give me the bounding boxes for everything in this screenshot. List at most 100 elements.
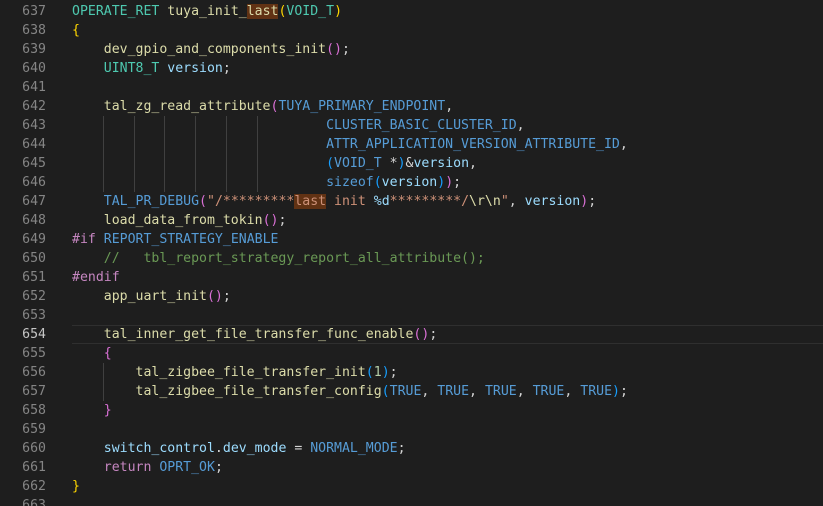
code-line[interactable]: 637 OPERATE_RET tuya_init_last(VOID_T): [0, 2, 823, 21]
code-line[interactable]: 654 tal_inner_get_file_transfer_func_ena…: [0, 325, 823, 344]
code-token: }: [72, 479, 80, 494]
code-editor[interactable]: 637 OPERATE_RET tuya_init_last(VOID_T) 638…: [0, 0, 823, 506]
line-code: tal_zg_read_attribute(TUYA_PRIMARY_ENDPO…: [72, 97, 453, 116]
code-token: ): [397, 156, 406, 171]
code-line[interactable]: 647 TAL_PR_DEBUG("/*********last init %d…: [0, 192, 823, 211]
line-number: 661: [22, 460, 46, 475]
code-token: ,: [508, 194, 525, 209]
line-code: CLUSTER_BASIC_CLUSTER_ID,: [72, 116, 525, 135]
code-token: (: [373, 175, 382, 190]
code-token: {: [103, 346, 112, 361]
code-token: TRUE: [437, 384, 470, 399]
line-code: // tbl_report_strategy_report_all_attrib…: [72, 249, 485, 268]
code-line[interactable]: 649 #if REPORT_STRATEGY_ENABLE: [0, 230, 823, 249]
code-line[interactable]: 660 switch_control.dev_mode = NORMAL_MOD…: [0, 439, 823, 458]
code-token: ,: [445, 99, 454, 114]
code-token: load_data_from_tokin: [103, 213, 263, 228]
code-token: (: [381, 384, 390, 399]
code-line[interactable]: 643 CLUSTER_BASIC_CLUSTER_ID,: [0, 116, 823, 135]
code-line[interactable]: 655 {: [0, 344, 823, 363]
line-code: #endif: [72, 268, 120, 287]
code-token: .: [214, 441, 223, 456]
line-code: #if REPORT_STRATEGY_ENABLE: [72, 230, 278, 249]
code-line[interactable]: 646 sizeof(version));: [0, 173, 823, 192]
line-number: 662: [22, 479, 46, 494]
code-token: VOID_T: [334, 156, 382, 171]
code-token: ,: [469, 384, 485, 399]
code-token: ;: [222, 289, 231, 304]
code-line[interactable]: 651 #endif: [0, 268, 823, 287]
line-code: dev_gpio_and_components_init();: [72, 40, 350, 59]
code-token: ;: [278, 213, 287, 228]
line-number: 649: [22, 232, 46, 247]
code-token: (: [365, 365, 374, 380]
line-number: 638: [22, 23, 46, 38]
code-token: ,: [516, 384, 533, 399]
code-line[interactable]: 645 (VOID_T *)&version,: [0, 154, 823, 173]
code-token: REPORT_STRATEGY_ENABLE: [103, 232, 279, 247]
line-code: }: [72, 401, 112, 420]
line-code: (VOID_T *)&version,: [72, 154, 477, 173]
line-number: 656: [22, 365, 46, 380]
code-token: TUYA_PRIMARY_ENDPOINT: [278, 99, 446, 114]
line-number: 651: [22, 270, 46, 285]
code-line[interactable]: 658 }: [0, 401, 823, 420]
code-token: \r\n: [469, 194, 501, 209]
code-token: TRUE: [389, 384, 422, 399]
code-line[interactable]: 661 return OPRT_OK;: [0, 458, 823, 477]
code-token: dev_gpio_and_components_init: [103, 42, 327, 57]
code-line[interactable]: 650 // tbl_report_strategy_report_all_at…: [0, 249, 823, 268]
code-token: tuya_init_: [167, 4, 247, 19]
code-token: ;: [389, 365, 398, 380]
code-line[interactable]: 657 tal_zigbee_file_transfer_config(TRUE…: [0, 382, 823, 401]
line-code: return OPRT_OK;: [72, 458, 223, 477]
code-line[interactable]: 644 ATTR_APPLICATION_VERSION_ATTRIBUTE_I…: [0, 135, 823, 154]
code-token: tal_inner_get_file_transfer_func_enable: [103, 327, 414, 342]
line-number: 660: [22, 441, 46, 456]
code-token: last: [246, 4, 279, 19]
line-number: 654: [22, 327, 46, 342]
line-number: 639: [22, 42, 46, 57]
code-token: #if: [72, 232, 96, 247]
code-line[interactable]: 639 dev_gpio_and_components_init();: [0, 40, 823, 59]
code-line[interactable]: 663: [0, 496, 823, 506]
code-line[interactable]: 640 UINT8_T version;: [0, 59, 823, 78]
code-token: NORMAL_MODE: [310, 441, 398, 456]
code-line[interactable]: 642 tal_zg_read_attribute(TUYA_PRIMARY_E…: [0, 97, 823, 116]
line-code: TAL_PR_DEBUG("/*********last init %d****…: [72, 192, 596, 211]
code-line[interactable]: 638 {: [0, 21, 823, 40]
code-token: ): [612, 384, 620, 399]
code-token: VOID_T: [286, 4, 335, 19]
code-line[interactable]: 656 tal_zigbee_file_transfer_init(1);: [0, 363, 823, 382]
code-token: (): [326, 42, 342, 57]
code-token: version: [167, 61, 223, 76]
line-code: }: [72, 477, 80, 496]
code-token: ): [437, 175, 446, 190]
line-number: 643: [22, 118, 46, 133]
code-token: (): [262, 213, 279, 228]
code-line[interactable]: 648 load_data_from_tokin();: [0, 211, 823, 230]
code-token: tal_zigbee_file_transfer_init: [135, 365, 366, 380]
line-number: 658: [22, 403, 46, 418]
code-line[interactable]: 652 app_uart_init();: [0, 287, 823, 306]
code-token: // tbl_report_strategy_report_all_attrib…: [103, 251, 485, 266]
code-token: (: [326, 156, 335, 171]
code-token: ;: [429, 327, 438, 342]
code-line[interactable]: 641: [0, 78, 823, 97]
code-line[interactable]: 653: [0, 306, 823, 325]
code-line[interactable]: 662}: [0, 477, 823, 496]
code-line[interactable]: 659: [0, 420, 823, 439]
line-number: 657: [22, 384, 46, 399]
code-token: *********/: [389, 194, 470, 209]
line-number: 647: [22, 194, 46, 209]
code-token: ,: [564, 384, 581, 399]
